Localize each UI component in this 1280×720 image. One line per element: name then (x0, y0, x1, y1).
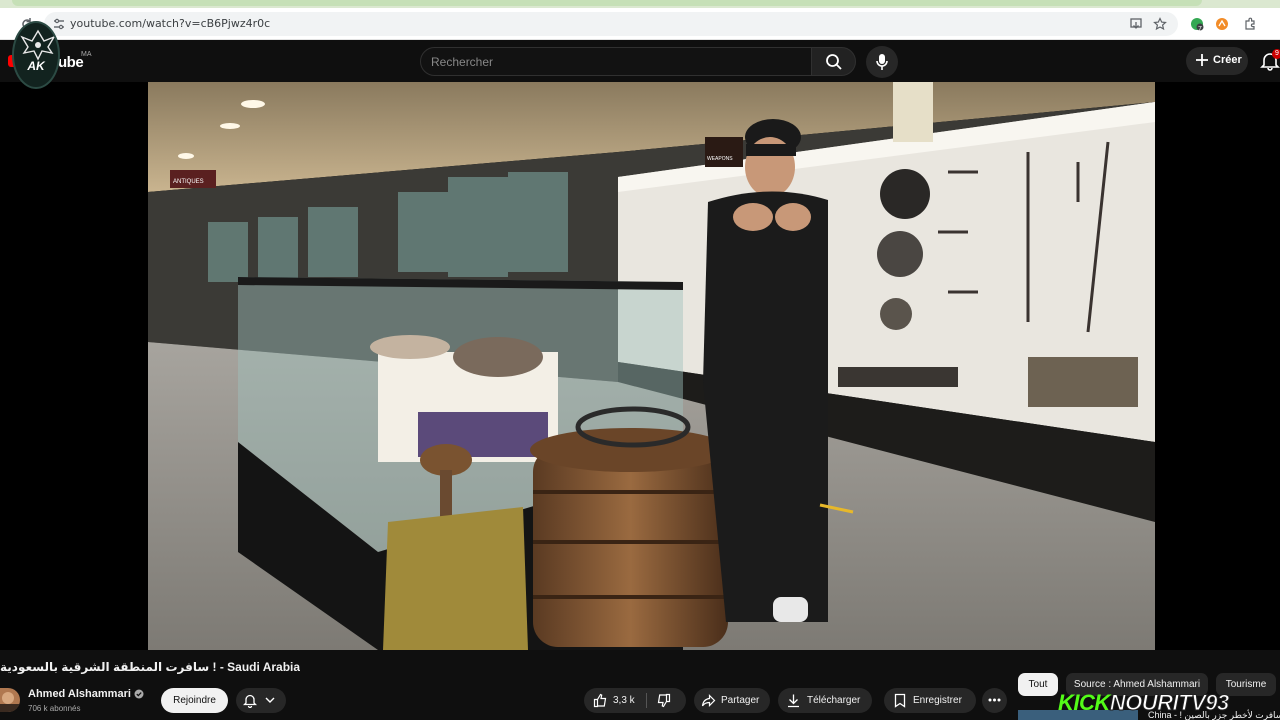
share-button[interactable]: Partager (694, 688, 770, 713)
shield-artifact (880, 169, 930, 219)
browser-top-strip (0, 0, 1280, 8)
tab-strip-bar (12, 0, 1202, 6)
site-settings-icon[interactable] (52, 17, 66, 31)
like-divider (646, 693, 647, 708)
save-button[interactable]: Enregistrer (884, 688, 976, 713)
video-scene: ANTIQUES WEAPONS (148, 82, 1155, 650)
ceiling-light (178, 153, 194, 159)
create-label: Créer (1213, 54, 1242, 66)
share-label: Partager (721, 695, 760, 706)
bell-icon (243, 694, 257, 708)
search-icon (826, 54, 842, 70)
stream-watermark: KICKNOURITV93 (1058, 690, 1230, 716)
youtube-logo-text[interactable]: ube (58, 54, 84, 71)
join-button[interactable]: Rejoindre (161, 688, 228, 713)
more-horizontal-icon (988, 698, 1001, 702)
chevron-down-icon (265, 697, 275, 703)
voice-search-button[interactable] (866, 46, 898, 78)
avatar-face-icon (0, 692, 20, 712)
ceiling-light (220, 123, 240, 129)
extension-orange-icon[interactable] (1215, 17, 1229, 31)
ceiling-light (241, 100, 265, 108)
decorated-shield (383, 507, 528, 650)
video-title: سافرت المنطقة الشرقية بالسعودية ! - Saud… (0, 660, 300, 674)
like-count[interactable]: 3,3 k (613, 695, 635, 706)
url-text[interactable]: youtube.com/watch?v=cB6Pjwz4r0c (70, 17, 270, 30)
shield-artifact (877, 231, 923, 277)
pottery-artifact (370, 335, 450, 359)
plus-icon (1196, 54, 1208, 66)
save-playlist-icon (894, 693, 906, 708)
country-code: MA (81, 51, 92, 58)
save-label: Enregistrer (913, 695, 962, 706)
sign-antiques-text: ANTIQUES (173, 179, 204, 185)
sign-weapons (705, 137, 743, 167)
download-icon (788, 694, 799, 708)
notification-count-badge: 9 (1272, 49, 1280, 59)
youtube-header: ube MA Créer 9 (0, 40, 1280, 82)
sign-weapons-text: WEAPONS (707, 156, 733, 162)
artifact-shelf (1028, 357, 1138, 407)
channel-logo-overlay: AK (12, 21, 60, 89)
search-box (420, 47, 812, 76)
more-actions-button[interactable] (982, 688, 1007, 713)
microphone-icon (876, 54, 888, 70)
address-bar[interactable]: youtube.com/watch?v=cB6Pjwz4r0c (44, 12, 1178, 36)
search-button[interactable] (811, 47, 856, 76)
wall-plaque (893, 82, 933, 142)
like-icon[interactable] (593, 693, 608, 708)
wooden-barrel (533, 447, 728, 647)
like-dislike-group: 3,3 k (584, 688, 686, 713)
watermark-kick: KICK (1058, 690, 1110, 715)
channel-logo-text: AK (27, 59, 45, 73)
browser-toolbar: youtube.com/watch?v=cB6Pjwz4r0c 7 (0, 8, 1280, 40)
subscriber-count: 706 k abonnés (28, 704, 81, 713)
bookmark-star-icon[interactable] (1153, 17, 1167, 31)
verified-check-icon (134, 689, 144, 699)
download-button[interactable]: Télécharger (778, 688, 872, 713)
create-button[interactable]: Créer (1186, 47, 1248, 75)
extensions-puzzle-icon[interactable] (1243, 17, 1257, 31)
share-icon (701, 694, 716, 707)
watermark-channel: NOURITV93 (1109, 690, 1229, 716)
search-input[interactable] (431, 53, 801, 71)
extension-badge: 7 (1198, 26, 1202, 33)
shield-artifact (880, 298, 912, 330)
subscription-bell-button[interactable] (236, 688, 286, 713)
download-label: Télécharger (807, 695, 861, 706)
channel-avatar[interactable] (0, 688, 20, 712)
video-player[interactable]: ANTIQUES WEAPONS (0, 82, 1280, 650)
video-frame[interactable]: ANTIQUES WEAPONS (148, 82, 1155, 650)
chip-all[interactable]: Tout (1018, 673, 1058, 696)
channel-name[interactable]: Ahmed Alshammari (28, 688, 131, 700)
pottery-artifact (453, 337, 543, 377)
artifact-shelf (838, 367, 958, 387)
install-app-icon[interactable] (1129, 17, 1143, 31)
dislike-icon[interactable] (656, 693, 671, 708)
